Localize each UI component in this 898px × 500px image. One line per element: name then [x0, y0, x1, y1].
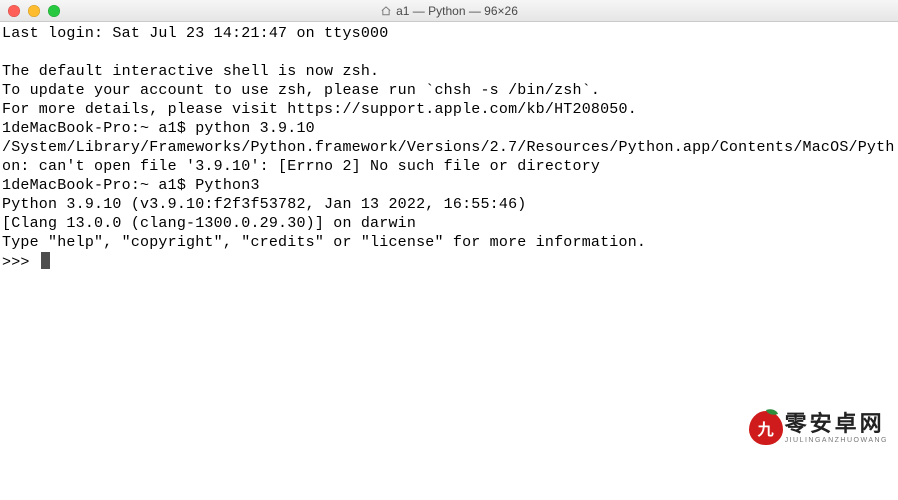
- home-icon: [380, 5, 392, 17]
- python-prompt: >>>: [2, 254, 39, 271]
- terminal-line: [2, 43, 896, 62]
- titlebar: a1 — Python — 96×26: [0, 0, 898, 22]
- zoom-button[interactable]: [48, 5, 60, 17]
- terminal-line: 1deMacBook-Pro:~ a1$ python 3.9.10: [2, 119, 896, 138]
- minimize-button[interactable]: [28, 5, 40, 17]
- terminal-output[interactable]: Last login: Sat Jul 23 14:21:47 on ttys0…: [0, 22, 898, 274]
- watermark-logo: 九: [749, 411, 783, 445]
- window-title: a1 — Python — 96×26: [396, 4, 518, 18]
- terminal-line: 1deMacBook-Pro:~ a1$ Python3: [2, 176, 896, 195]
- terminal-line: The default interactive shell is now zsh…: [2, 62, 896, 81]
- window-title-wrap: a1 — Python — 96×26: [0, 4, 898, 18]
- watermark-glyph: 九: [758, 416, 774, 440]
- terminal-line: Type "help", "copyright", "credits" or "…: [2, 233, 896, 252]
- terminal-prompt-line[interactable]: >>>: [2, 252, 896, 272]
- terminal-line: Last login: Sat Jul 23 14:21:47 on ttys0…: [2, 24, 896, 43]
- watermark-sub: JIULINGANZHUOWANG: [785, 437, 888, 444]
- terminal-line: For more details, please visit https://s…: [2, 100, 896, 119]
- watermark: 九 零安卓网 JIULINGANZHUOWANG: [749, 411, 888, 445]
- terminal-line: Python 3.9.10 (v3.9.10:f2f3f53782, Jan 1…: [2, 195, 896, 214]
- terminal-line: /System/Library/Frameworks/Python.framew…: [2, 138, 896, 176]
- traffic-lights: [0, 5, 60, 17]
- terminal-line: To update your account to use zsh, pleas…: [2, 81, 896, 100]
- watermark-text: 零安卓网 JIULINGANZHUOWANG: [785, 413, 888, 444]
- watermark-main: 零安卓网: [785, 413, 888, 435]
- close-button[interactable]: [8, 5, 20, 17]
- terminal-line: [Clang 13.0.0 (clang-1300.0.29.30)] on d…: [2, 214, 896, 233]
- cursor: [41, 252, 50, 269]
